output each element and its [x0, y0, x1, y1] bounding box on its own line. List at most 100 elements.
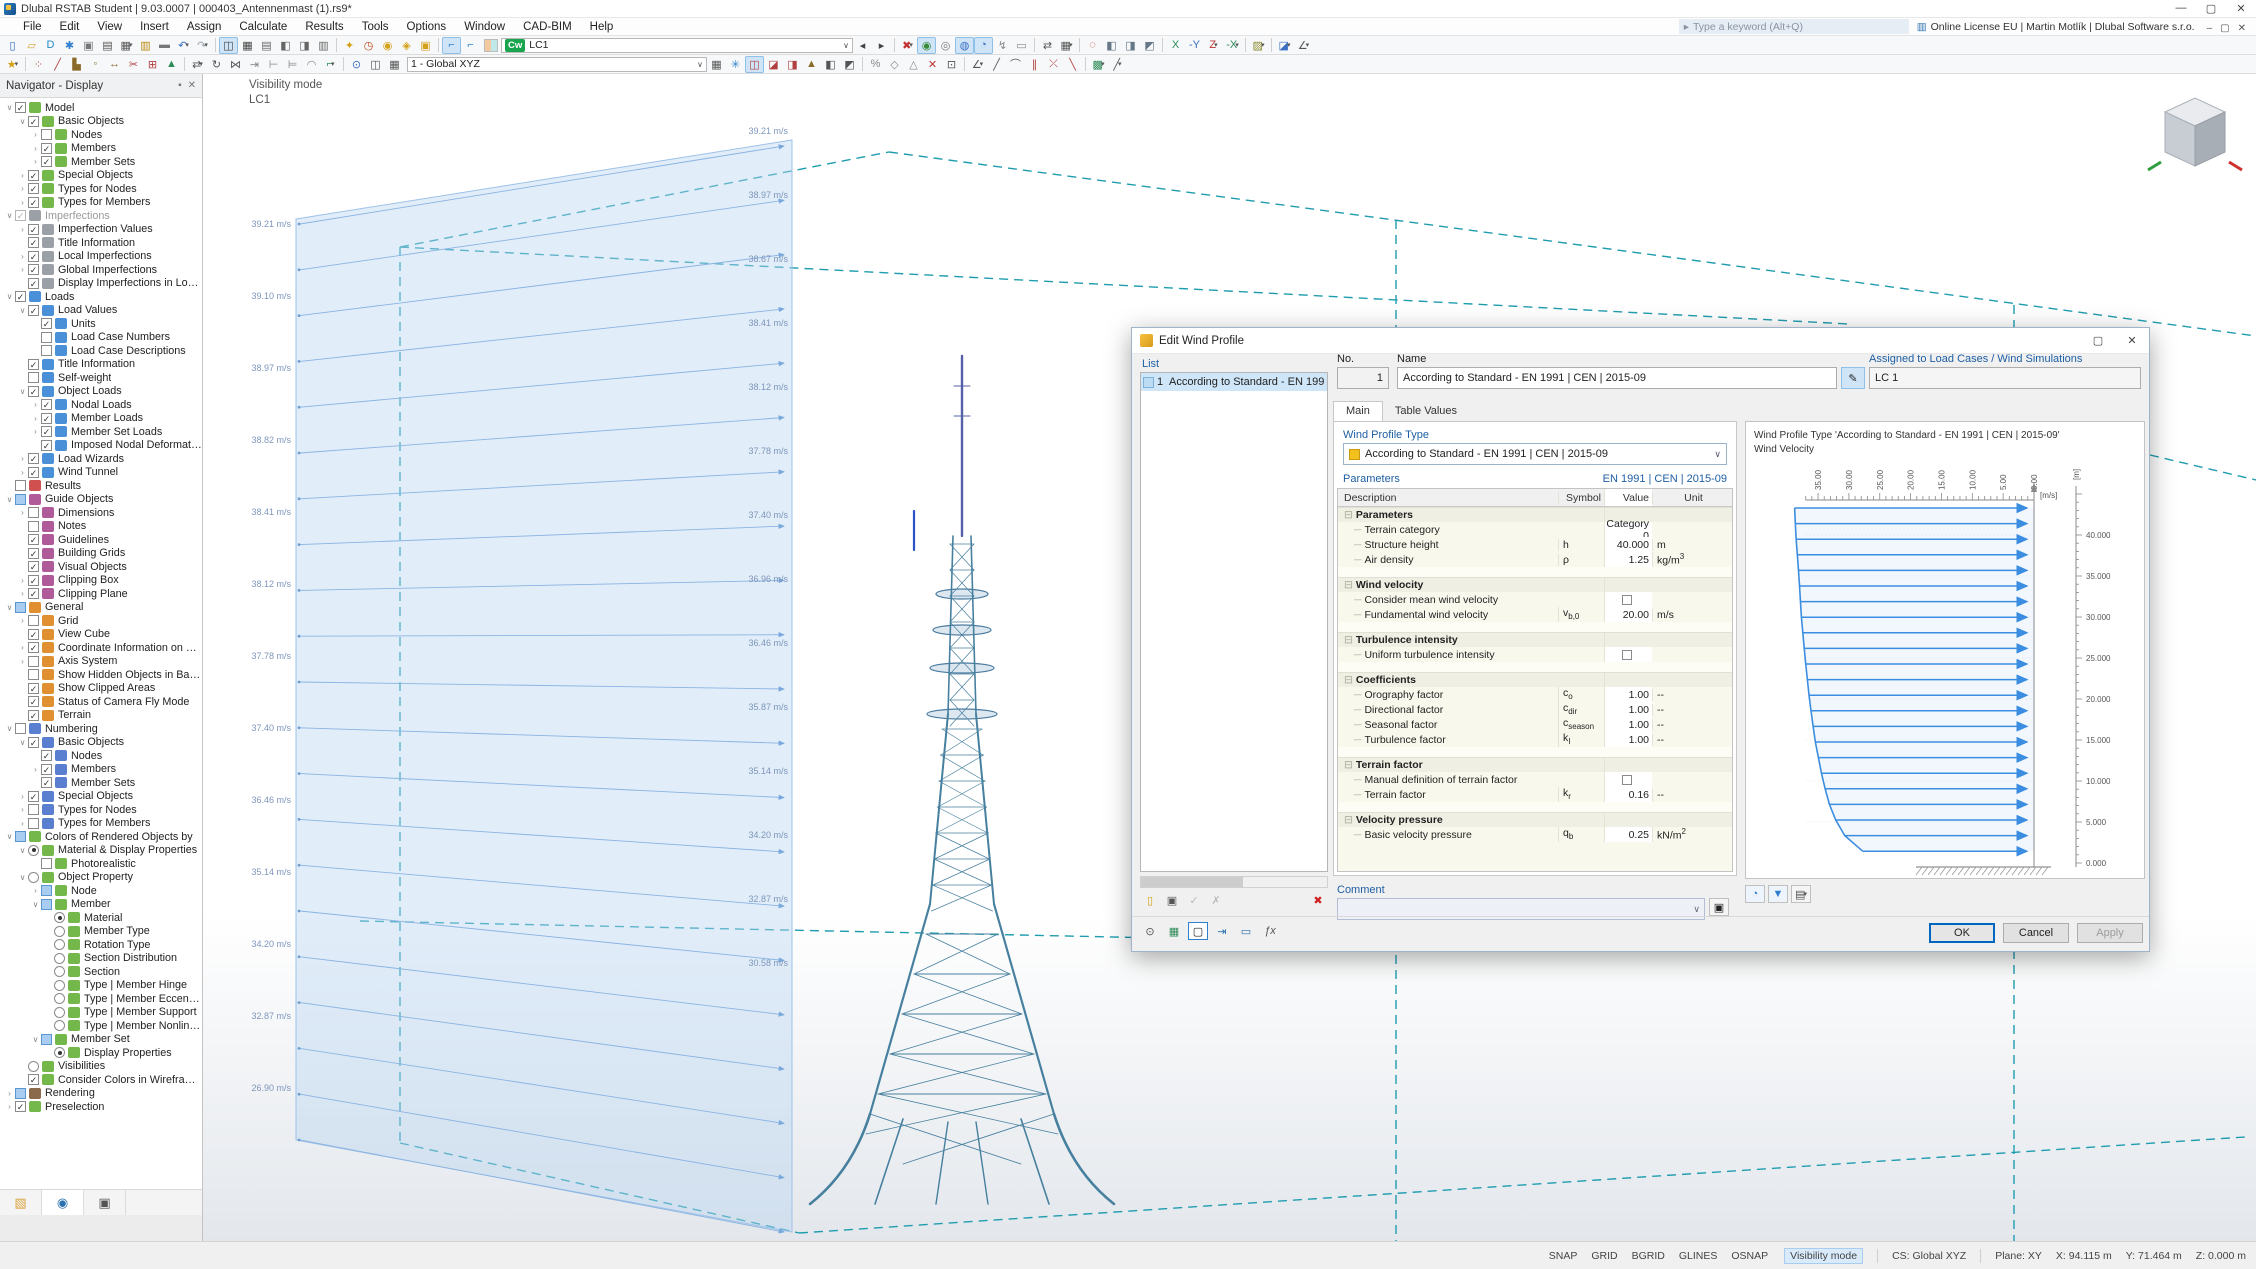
visual-objects-icon[interactable]: ▩ ▾: [1089, 56, 1108, 73]
checkbox[interactable]: ✓: [28, 696, 39, 708]
param-row-orography-factor[interactable]: ─ Orography factor co 1.00 --: [1338, 687, 1732, 702]
tangent-icon[interactable]: ╲: [1063, 56, 1082, 73]
maximize-button[interactable]: ▢: [2196, 2, 2226, 15]
block-icon[interactable]: ⊡: [942, 56, 961, 73]
expander-icon[interactable]: ∨: [17, 846, 28, 855]
wind-profile-type-dropdown[interactable]: According to Standard - EN 1991 | CEN | …: [1343, 443, 1727, 465]
tree-item-visual-objects[interactable]: ✓ Visual Objects: [0, 560, 202, 574]
expander-icon[interactable]: ∨: [4, 292, 15, 301]
checkbox[interactable]: ✓: [41, 142, 52, 154]
expander-icon[interactable]: ›: [30, 144, 41, 153]
load-table-icon[interactable]: ▣: [416, 37, 435, 54]
toggle-bgrid[interactable]: BGRID: [1630, 1249, 1667, 1263]
expander-icon[interactable]: ∨: [17, 117, 28, 126]
expander-icon[interactable]: ∨: [4, 603, 15, 612]
show-imperfections-icon[interactable]: ↯: [993, 37, 1012, 54]
tree-item-load-wizards[interactable]: › ✓ Load Wizards: [0, 452, 202, 466]
tab-table-values[interactable]: Table Values: [1383, 402, 1469, 421]
tree-item-object-loads[interactable]: ∨ ✓ Object Loads: [0, 385, 202, 399]
loads-to-members-icon[interactable]: ⇄: [1038, 37, 1057, 54]
tree-item-title-information[interactable]: ✓ Title Information: [0, 358, 202, 372]
checkbox[interactable]: ✓: [41, 750, 52, 762]
tree-item-load-case-descriptions[interactable]: Load Case Descriptions: [0, 344, 202, 358]
render-mode-icon[interactable]: ◪ ▾: [1275, 37, 1294, 54]
checkbox[interactable]: ✓: [28, 453, 39, 465]
param-row-fundamental-wind-velocity[interactable]: ─ Fundamental wind velocity vb,0 20.00 m/s: [1338, 607, 1732, 622]
expander-icon[interactable]: ›: [30, 130, 41, 139]
expander-icon[interactable]: ›: [17, 198, 28, 207]
param-row-consider-mean-wind-velocity[interactable]: ─ Consider mean wind velocity: [1338, 592, 1732, 607]
view-select[interactable]: 1 - Global XYZ ∨: [407, 56, 707, 72]
tree-item-photorealistic[interactable]: Photorealistic: [0, 857, 202, 871]
tree-item-terrain[interactable]: ✓ Terrain: [0, 709, 202, 723]
param-row-terrain-category[interactable]: ─ Terrain category Category 0: [1338, 518, 1732, 542]
tree-item-consider-colors-in-wireframe-mo[interactable]: ✓Consider Colors in Wireframe Mo...: [0, 1073, 202, 1087]
group-row-turbulence-intensity[interactable]: ⊟ Turbulence intensity: [1338, 632, 1732, 647]
no-results-icon[interactable]: ◌: [1083, 37, 1102, 54]
dialog-close-button[interactable]: ✕: [2115, 334, 2149, 347]
tree-item-member-set[interactable]: ∨ Member Set: [0, 1033, 202, 1047]
info-icon[interactable]: ⊙: [1140, 922, 1160, 940]
menu-insert[interactable]: Insert: [131, 18, 178, 35]
toggle-glines[interactable]: GLINES: [1677, 1249, 1720, 1263]
checkbox[interactable]: [15, 1087, 26, 1099]
expander-icon[interactable]: ›: [17, 468, 28, 477]
isometric-view-icon[interactable]: ▲: [802, 56, 821, 73]
checkbox[interactable]: [28, 615, 39, 627]
radio-button[interactable]: [28, 871, 39, 883]
menu-cad-bim[interactable]: CAD-BIM: [514, 18, 581, 35]
tree-item-colors-of-rendered-objects-by[interactable]: ∨ Colors of Rendered Objects by: [0, 830, 202, 844]
table-view-icon[interactable]: ◧: [276, 37, 295, 54]
edit-model-data-icon[interactable]: ✦: [340, 37, 359, 54]
settings-gear-icon[interactable]: ✱: [60, 37, 79, 54]
tree-item-member-sets[interactable]: ✓ Member Sets: [0, 776, 202, 790]
tree-item-basic-objects[interactable]: ∨ ✓ Basic Objects: [0, 736, 202, 750]
expander-icon[interactable]: ›: [17, 252, 28, 261]
checkbox[interactable]: ✓: [28, 682, 39, 694]
render-wireframe-icon[interactable]: ◫: [745, 55, 764, 73]
checkbox[interactable]: [41, 898, 52, 910]
visibility-mode-badge[interactable]: Visibility mode: [1784, 1247, 1864, 1264]
expander-icon[interactable]: ›: [30, 414, 41, 423]
refresh-chart-icon[interactable]: ◔: [1745, 885, 1765, 903]
group-row-wind-velocity[interactable]: ⊟ Wind velocity: [1338, 577, 1732, 592]
standard-link[interactable]: EN 1991 | CEN | 2015-09: [1343, 473, 1727, 485]
pin-icon[interactable]: ▪: [178, 80, 182, 91]
tree-item-display-properties[interactable]: Display Properties: [0, 1046, 202, 1060]
tree-item-grid[interactable]: › Grid: [0, 614, 202, 628]
param-row-seasonal-factor[interactable]: ─ Seasonal factor cseason 1.00 --: [1338, 717, 1732, 732]
load-case-select[interactable]: Cw LC1 ∨: [501, 37, 853, 53]
background-color-icon[interactable]: ▢: [1188, 922, 1208, 940]
show-result-values-icon[interactable]: ◔: [974, 36, 993, 54]
checkbox[interactable]: [41, 345, 52, 357]
param-row-terrain-factor[interactable]: ─ Terrain factor kr 0.16 --: [1338, 787, 1732, 802]
mirror-copy-icon[interactable]: △: [904, 56, 923, 73]
checkbox[interactable]: [41, 885, 52, 897]
expander-icon[interactable]: ∨: [4, 103, 15, 112]
radio-button[interactable]: [54, 993, 65, 1005]
view-z-icon[interactable]: Z ▾: [1204, 37, 1223, 54]
tree-item-nodes[interactable]: ✓ Nodes: [0, 749, 202, 763]
value-checkbox[interactable]: [1622, 649, 1632, 660]
expander-icon[interactable]: ∨: [30, 900, 41, 909]
checkbox[interactable]: ✓: [41, 318, 52, 330]
expander-icon[interactable]: ›: [30, 886, 41, 895]
tree-item-imposed-nodal-deformations[interactable]: ✓ Imposed Nodal Deformations: [0, 439, 202, 453]
undo-icon[interactable]: ↶ ▾: [174, 37, 193, 54]
expander-icon[interactable]: ›: [17, 184, 28, 193]
intersect-icon[interactable]: ⤫: [1044, 56, 1063, 73]
expander-icon[interactable]: ∨: [17, 387, 28, 396]
extend-icon[interactable]: ⊨: [283, 56, 302, 73]
uncheck-entry-icon[interactable]: ✗: [1206, 891, 1226, 909]
tree-item-object-property[interactable]: ∨ Object Property: [0, 871, 202, 885]
save-icon[interactable]: ▤: [98, 37, 117, 54]
snap-settings-icon[interactable]: ⊙: [347, 56, 366, 73]
checkbox[interactable]: ✓: [28, 736, 39, 748]
param-row-directional-factor[interactable]: ─ Directional factor cdir 1.00 --: [1338, 702, 1732, 717]
tree-item-members[interactable]: › ✓ Members: [0, 142, 202, 156]
expander-icon[interactable]: ›: [17, 643, 28, 652]
checkbox[interactable]: ✓: [28, 264, 39, 276]
printout-report-icon[interactable]: ▬: [155, 37, 174, 54]
expander-icon[interactable]: ∨: [17, 873, 28, 882]
tree-item-show-hidden-objects-in-backgro[interactable]: Show Hidden Objects in Backgro...: [0, 668, 202, 682]
